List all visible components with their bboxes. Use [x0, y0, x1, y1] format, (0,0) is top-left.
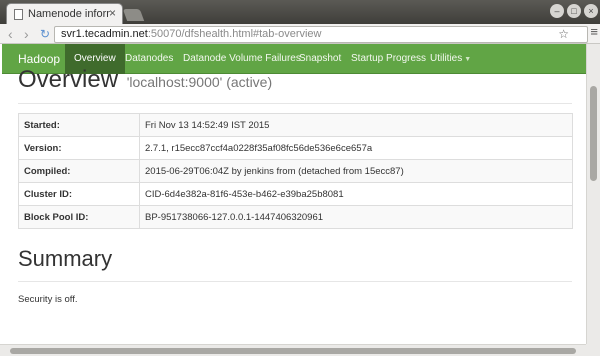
address-bar[interactable]: svr1.tecadmin.net:50070/dfshealth.html#t…	[54, 26, 588, 43]
table-row: Version: 2.7.1, r15ecc87ccf4a0228f35af08…	[18, 136, 573, 160]
divider	[18, 281, 572, 282]
overview-heading: Overview	[18, 66, 119, 93]
security-status-text: Security is off.	[18, 294, 78, 305]
browser-menu-icon[interactable]: ≡	[590, 24, 598, 39]
browser-toolbar: ‹ › ↻ svr1.tecadmin.net:50070/dfshealth.…	[0, 24, 600, 44]
row-value: CID-6d4e382a-81f6-453e-b462-e39ba25b8081	[139, 182, 573, 206]
url-path: :50070/dfshealth.html#tab-overview	[147, 28, 322, 40]
minimize-icon[interactable]: –	[550, 4, 564, 18]
row-key: Version:	[18, 136, 140, 160]
table-row: Started: Fri Nov 13 14:52:49 IST 2015	[18, 113, 573, 137]
table-row: Cluster ID: CID-6d4e382a-81f6-453e-b462-…	[18, 182, 573, 206]
summary-heading: Summary	[18, 246, 113, 271]
browser-titlebar: Namenode informat × – □ ×	[0, 0, 600, 24]
back-icon[interactable]: ‹	[8, 25, 13, 43]
scrollbar-corner	[586, 344, 600, 356]
vertical-scroll-thumb[interactable]	[590, 86, 597, 181]
divider	[18, 103, 572, 104]
horizontal-scrollbar[interactable]	[0, 344, 586, 356]
table-row: Block Pool ID: BP-951738066-127.0.0.1-14…	[18, 205, 573, 229]
table-row: Compiled: 2015-06-29T06:04Z by jenkins f…	[18, 159, 573, 183]
page-icon	[14, 8, 23, 20]
reload-icon[interactable]: ↻	[40, 25, 50, 43]
close-window-icon[interactable]: ×	[584, 4, 598, 18]
nav-utilities-label: Utilities	[430, 53, 463, 64]
forward-icon[interactable]: ›	[24, 25, 29, 43]
bookmark-star-icon[interactable]: ☆	[558, 27, 569, 42]
browser-tab[interactable]: Namenode informat ×	[6, 3, 123, 24]
new-tab-button[interactable]	[122, 9, 145, 21]
tab-title: Namenode informat	[28, 8, 110, 20]
url-host: svr1.tecadmin.net	[61, 28, 148, 40]
row-value: 2015-06-29T06:04Z by jenkins from (detac…	[139, 159, 573, 183]
close-tab-icon[interactable]: ×	[109, 6, 116, 20]
chevron-down-icon: ▼	[464, 56, 472, 63]
row-key: Cluster ID:	[18, 182, 140, 206]
overview-table: Started: Fri Nov 13 14:52:49 IST 2015 Ve…	[18, 113, 573, 229]
row-key: Block Pool ID:	[18, 205, 140, 229]
row-key: Compiled:	[18, 159, 140, 183]
row-key: Started:	[18, 113, 140, 137]
row-value: Fri Nov 13 14:52:49 IST 2015	[139, 113, 573, 137]
horizontal-scroll-thumb[interactable]	[10, 348, 576, 354]
row-value: 2.7.1, r15ecc87ccf4a0228f35af08fc56de536…	[139, 136, 573, 160]
namenode-address: 'localhost:9000' (active)	[126, 74, 273, 90]
vertical-scrollbar[interactable]	[586, 44, 600, 346]
page-title: Overview 'localhost:9000' (active)	[18, 66, 272, 94]
row-value: BP-951738066-127.0.0.1-1447406320961	[139, 205, 573, 229]
maximize-icon[interactable]: □	[567, 4, 581, 18]
nav-utilities[interactable]: Utilities ▼	[421, 44, 480, 74]
